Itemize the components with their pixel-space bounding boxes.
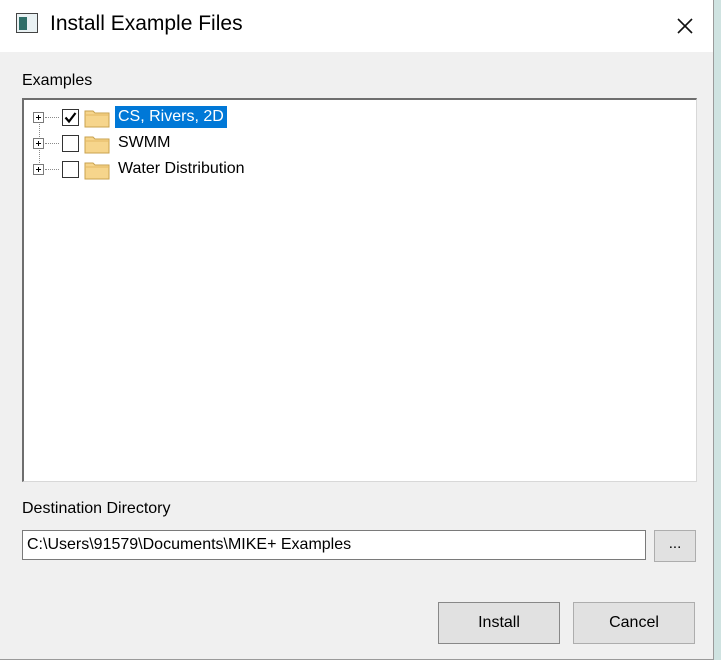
tree-item-label[interactable]: SWMM [115, 132, 173, 154]
tree-branch-line [45, 143, 59, 144]
title-bar[interactable]: Install Example Files [0, 0, 713, 52]
close-button[interactable] [662, 6, 708, 46]
background-window-edge [714, 0, 721, 660]
folder-icon [84, 134, 110, 154]
tree-item-cs-rivers-2d[interactable]: CS, Rivers, 2D [24, 104, 624, 130]
examples-label: Examples [22, 72, 93, 89]
tree-item-checkbox[interactable] [62, 161, 79, 178]
tree-item-swmm[interactable]: SWMM [24, 130, 624, 156]
tree-item-label[interactable]: CS, Rivers, 2D [115, 106, 227, 128]
cancel-button[interactable]: Cancel [573, 602, 695, 644]
install-button[interactable]: Install [438, 602, 560, 644]
folder-icon [84, 108, 110, 128]
browse-button[interactable]: ... [654, 530, 696, 562]
close-icon [677, 18, 693, 34]
folder-icon [84, 160, 110, 180]
tree-item-checkbox[interactable] [62, 109, 79, 126]
tree-item-label[interactable]: Water Distribution [115, 158, 248, 180]
tree-item-checkbox[interactable] [62, 135, 79, 152]
install-example-files-dialog: Install Example Files Examples CS, River… [0, 0, 714, 660]
expand-plus-icon[interactable] [33, 164, 44, 175]
tree-item-water-distribution[interactable]: Water Distribution [24, 156, 624, 182]
examples-tree[interactable]: CS, Rivers, 2D SWMM Water Distribution [22, 98, 697, 482]
checkmark-icon [64, 112, 77, 124]
expand-plus-icon[interactable] [33, 112, 44, 123]
tree-branch-line [45, 169, 59, 170]
tree-branch-line [45, 117, 59, 118]
app-window-icon [16, 13, 38, 33]
destination-directory-label: Destination Directory [22, 500, 171, 517]
destination-directory-input[interactable]: C:\Users\91579\Documents\MIKE+ Examples [22, 530, 646, 560]
window-title: Install Example Files [50, 12, 243, 35]
expand-plus-icon[interactable] [33, 138, 44, 149]
